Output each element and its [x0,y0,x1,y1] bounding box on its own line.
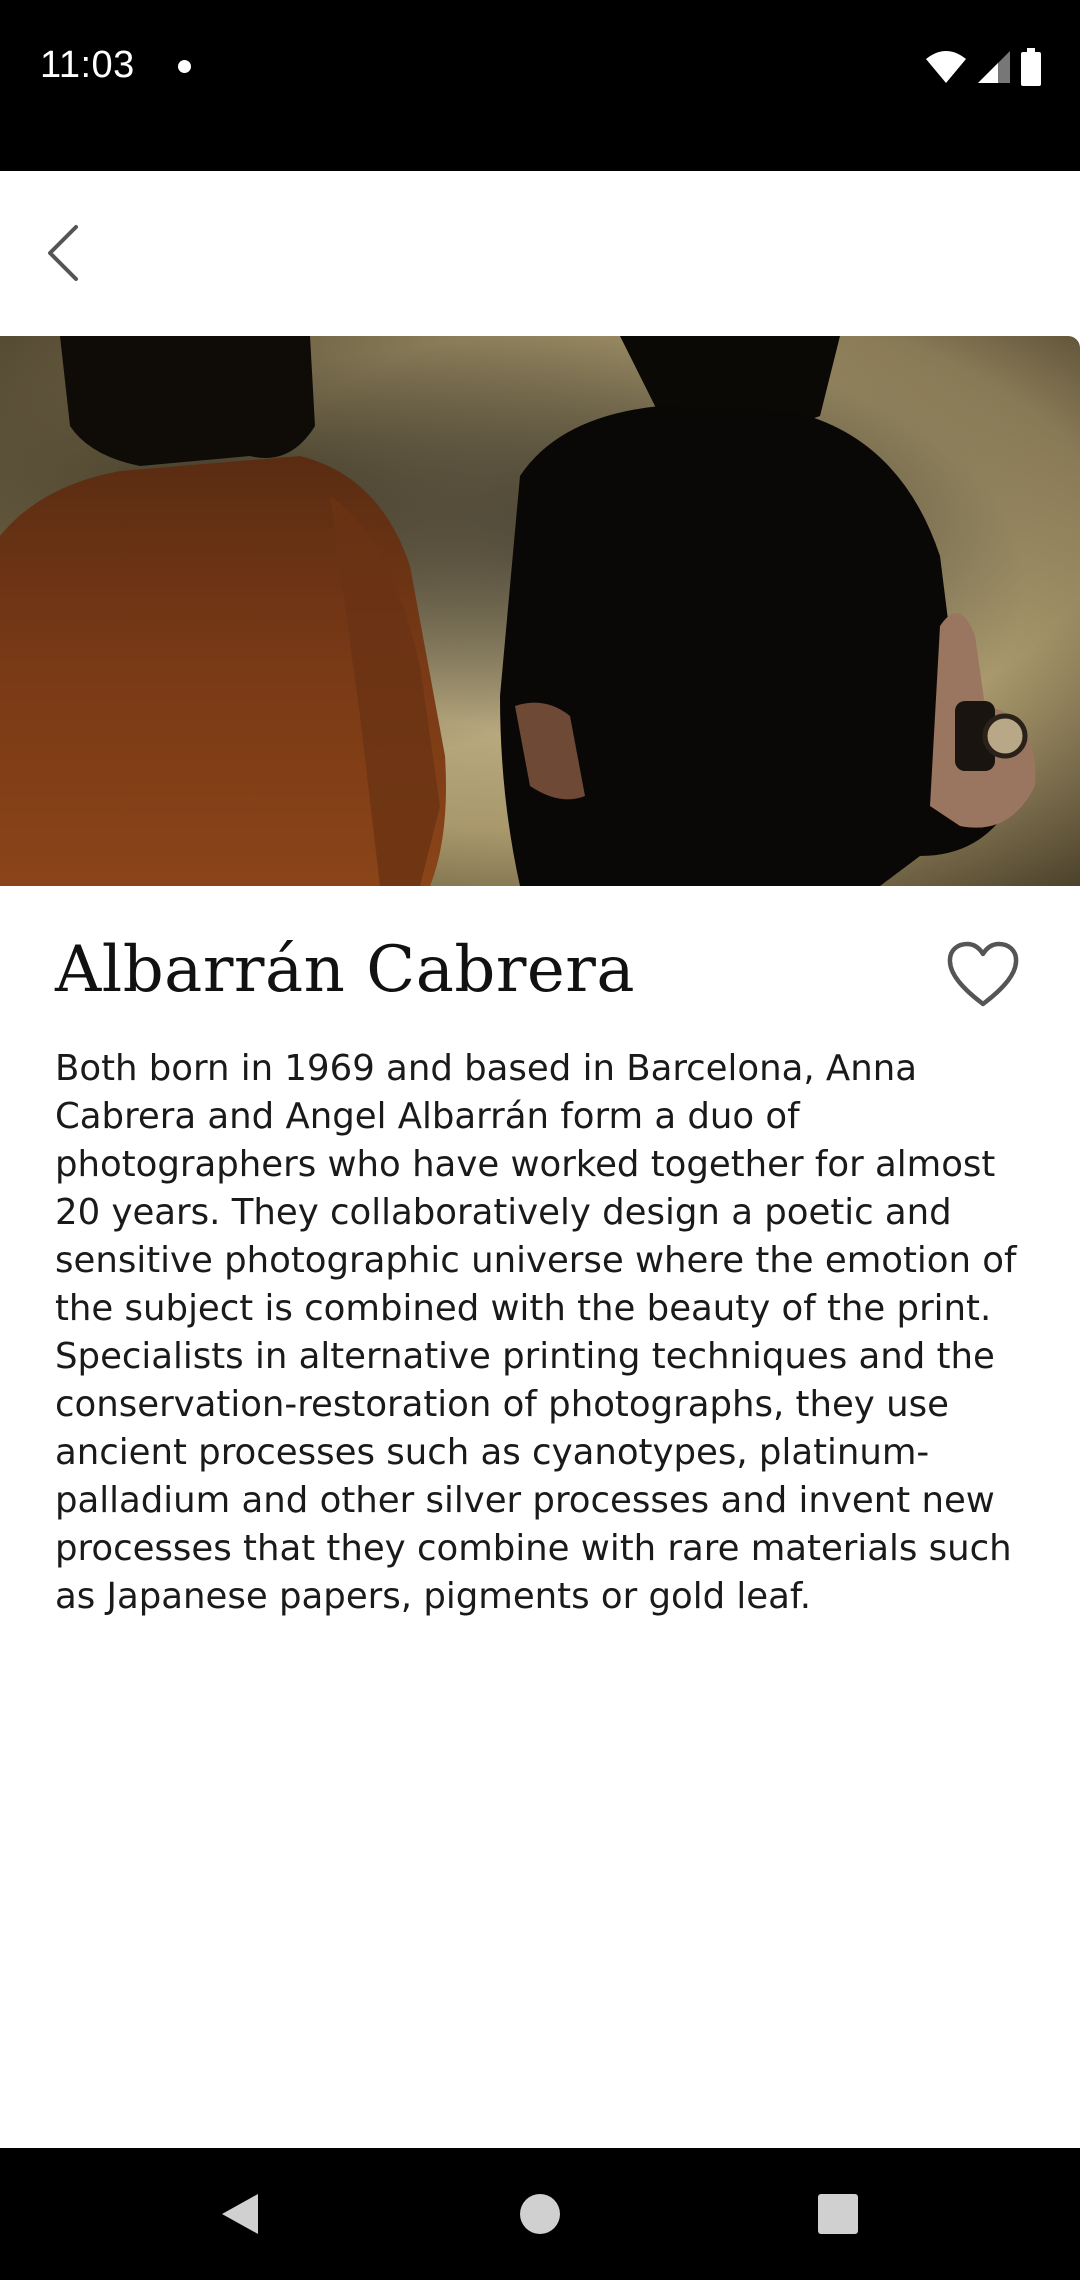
artist-detail-screen: 11:03 Albarrán Cabrera Both born in 1969… [0,0,1080,2280]
status-icons [924,48,1042,86]
nav-home-icon [520,2194,560,2234]
heart-outline-icon [947,941,1019,1007]
cellular-signal-icon [978,51,1010,83]
artist-photo-illustration [0,336,1080,886]
chevron-left-icon [48,225,78,281]
artist-name: Albarrán Cabrera [55,933,636,1007]
status-time: 11:03 [40,44,135,86]
app-bar [0,171,1080,336]
nav-back-button[interactable] [200,2178,280,2250]
nav-recents-icon [818,2194,858,2234]
nav-home-button[interactable] [500,2178,580,2250]
battery-icon [1021,48,1041,86]
artist-photo [0,336,1080,886]
notification-dot-icon [178,60,191,73]
nav-back-icon [222,2194,258,2234]
status-bar: 11:03 [0,0,1080,171]
wifi-icon [926,51,966,83]
favorite-button[interactable] [941,933,1025,1017]
nav-recents-button[interactable] [798,2178,878,2250]
back-button[interactable] [24,213,104,293]
system-navigation-bar [0,2148,1080,2280]
artist-bio: Both born in 1969 and based in Barcelona… [55,1048,1017,1617]
title-row: Albarrán Cabrera [55,925,1025,1025]
